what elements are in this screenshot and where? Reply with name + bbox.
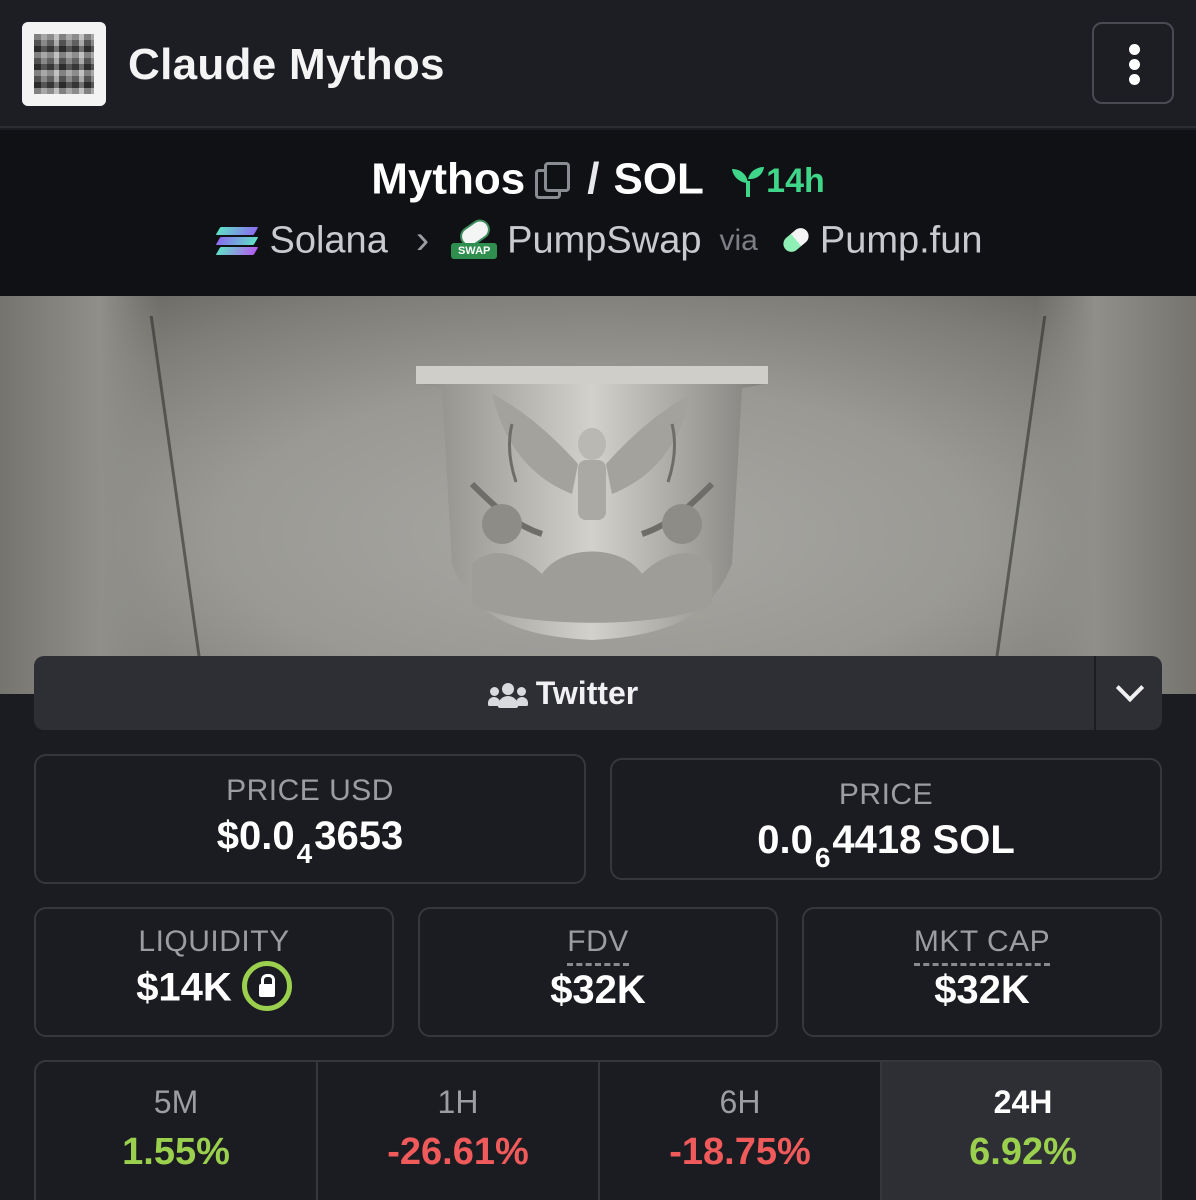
pumpfun-icon	[776, 224, 812, 258]
price-native-value: 0.064418 SOL	[757, 818, 1015, 873]
price-change-tabs: 5M 1.55% 1H -26.61% 6H -18.75% 24H 6.92%	[34, 1060, 1162, 1200]
base-token: Mythos	[371, 154, 526, 204]
pair-separator: /	[587, 154, 600, 204]
tab-1h[interactable]: 1H -26.61%	[318, 1062, 600, 1200]
mkt-cap-label[interactable]: MKT CAP	[913, 925, 1051, 966]
age-label: 14h	[766, 162, 825, 201]
liquidity-label: LIQUIDITY	[138, 925, 290, 958]
solana-icon	[214, 223, 258, 259]
tab-6h[interactable]: 6H -18.75%	[600, 1062, 882, 1200]
chain-link[interactable]: Solana	[270, 219, 388, 261]
fdv-label[interactable]: FDV	[567, 925, 629, 966]
kebab-menu-icon	[1129, 44, 1140, 55]
tab-label: 24H	[993, 1084, 1053, 1120]
copy-icon[interactable]	[533, 160, 571, 200]
change-value: 6.92%	[969, 1131, 1077, 1173]
change-value: -18.75%	[669, 1131, 811, 1173]
price-usd-label: PRICE USD	[226, 774, 394, 807]
liquidity-card: LIQUIDITY $14K	[34, 907, 394, 1037]
fdv-value: $32K	[550, 968, 646, 1012]
tab-5m[interactable]: 5M 1.55%	[36, 1062, 318, 1200]
token-banner-image	[0, 296, 1196, 694]
launchpad-link[interactable]: Pump.fun	[820, 219, 983, 261]
people-icon	[487, 682, 528, 709]
price-usd-card: PRICE USD $0.043653	[34, 754, 586, 884]
change-value: -26.61%	[387, 1131, 529, 1173]
more-menu-button[interactable]	[1092, 22, 1174, 104]
mkt-cap-value: $32K	[934, 968, 1030, 1012]
stone-capital-image	[416, 366, 768, 640]
chevron-down-icon[interactable]	[1096, 656, 1162, 730]
mkt-cap-card: MKT CAP $32K	[802, 907, 1162, 1037]
tab-label: 1H	[437, 1084, 479, 1120]
tab-24h[interactable]: 24H 6.92%	[882, 1062, 1160, 1200]
breadcrumb: Solana › SWAP PumpSwap via Pump.fun	[0, 215, 1196, 263]
tab-label: 5M	[153, 1084, 199, 1120]
quote-token: SOL	[613, 154, 704, 204]
pair-title: Mythos / SOL 14h	[0, 152, 1196, 204]
price-native-label: PRICE	[838, 778, 934, 811]
twitter-label: Twitter	[535, 675, 639, 711]
tab-label: 6H	[719, 1084, 761, 1120]
price-native-card: PRICE 0.064418 SOL	[610, 758, 1162, 880]
pair-age: 14h	[730, 154, 825, 203]
page-title: Claude Mythos	[128, 40, 445, 89]
fdv-card: FDV $32K	[418, 907, 778, 1037]
dex-link[interactable]: PumpSwap	[507, 219, 701, 261]
via-label: via	[719, 223, 758, 257]
liquidity-value: $14K	[36, 961, 392, 1015]
app-header: Claude Mythos	[0, 0, 1196, 128]
price-usd-value: $0.043653	[216, 814, 404, 869]
change-value: 1.55%	[122, 1131, 230, 1173]
sprout-icon	[732, 166, 765, 197]
twitter-button[interactable]: Twitter	[34, 656, 1094, 730]
social-links-bar: Twitter	[34, 656, 1162, 730]
chevron-right-icon: ›	[415, 218, 430, 263]
token-avatar	[22, 22, 106, 106]
lock-icon[interactable]	[241, 961, 292, 1011]
pumpswap-icon: SWAP	[451, 215, 498, 261]
